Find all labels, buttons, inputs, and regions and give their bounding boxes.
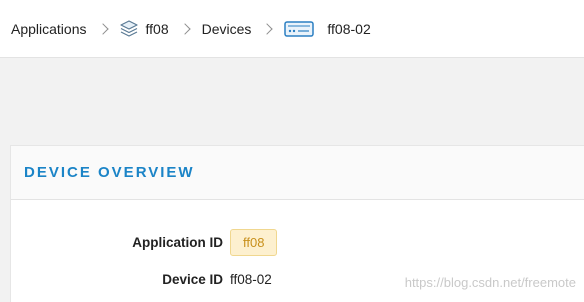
device-id-label: Device ID [162,272,223,287]
application-id-row: Application ID ff08 [11,229,278,256]
application-id-label: Application ID [132,235,223,250]
device-icon [284,20,315,38]
breadcrumb-current-device: ff08-02 [327,20,371,37]
device-id-row: Device ID ff08-02 [11,272,272,287]
chevron-right-icon [96,22,109,35]
panel-title: DEVICE OVERVIEW [24,164,195,181]
breadcrumb-applications-link[interactable]: Applications [11,21,87,37]
application-id-badge[interactable]: ff08 [230,229,278,256]
watermark-text: https://blog.csdn.net/freemote [404,275,576,290]
breadcrumb: Applications ff08 Devices ff08-02 [0,0,584,58]
device-id-value: ff08-02 [230,272,272,287]
chevron-right-icon [261,22,274,35]
breadcrumb-devices-link[interactable]: Devices [202,21,252,37]
layers-icon [119,20,138,37]
breadcrumb-app-link[interactable]: ff08 [146,21,169,37]
panel-header: DEVICE OVERVIEW [11,146,584,200]
chevron-right-icon [178,22,191,35]
